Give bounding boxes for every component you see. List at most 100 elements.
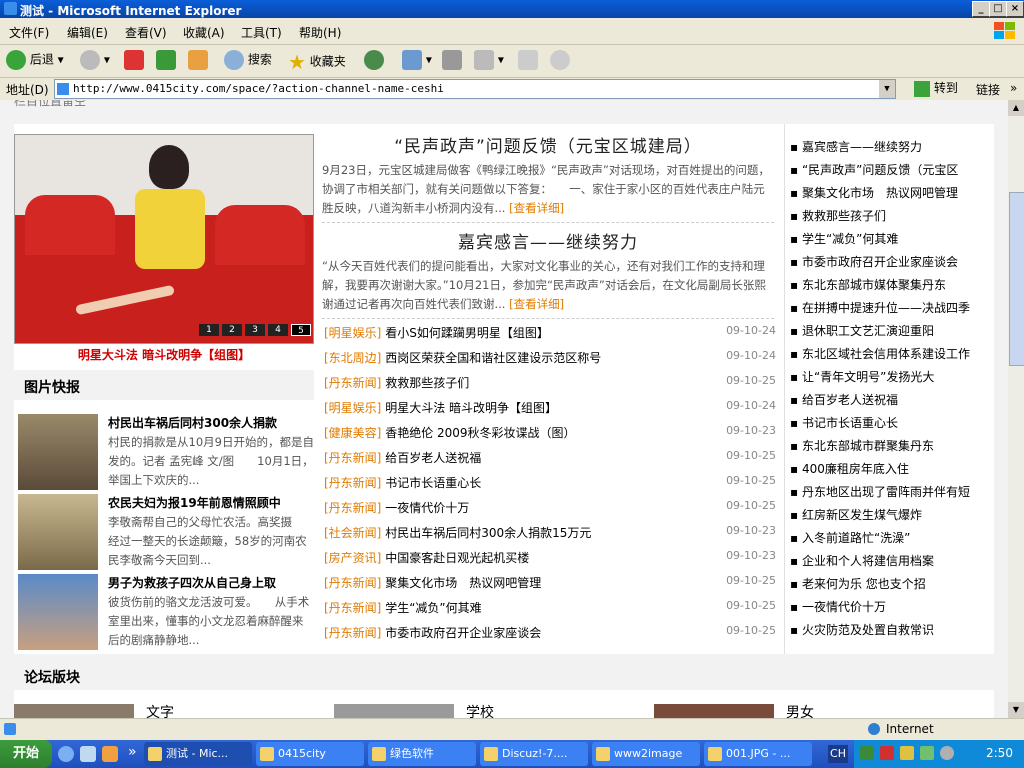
right-headline-item[interactable]: ▪ 东北区域社会信用体系建设工作 <box>790 345 980 362</box>
edit-button[interactable]: ▾ <box>474 50 504 72</box>
news-row[interactable]: [房产资讯] 中国豪客赴日观光起机买楼 09-10-23 <box>324 549 776 574</box>
right-headline-item[interactable]: ▪ 企业和个人将建信用档案 <box>790 552 980 569</box>
menu-favorites[interactable]: 收藏(A) <box>183 24 225 41</box>
menu-tools[interactable]: 工具(T) <box>241 24 282 41</box>
menu-edit[interactable]: 编辑(E) <box>67 24 108 41</box>
news-title[interactable]: 学生“减负”何其难 <box>385 601 481 615</box>
favorites-button[interactable]: ★ 收藏夹 <box>288 50 346 74</box>
news-title[interactable]: 救救那些孩子们 <box>385 376 469 390</box>
refresh-button[interactable] <box>156 50 176 72</box>
menu-help[interactable]: 帮助(H) <box>299 24 341 41</box>
task-0415city[interactable]: 0415city <box>256 742 364 766</box>
featured-image[interactable]: 1 2 3 4 5 <box>14 134 314 344</box>
right-headline-item[interactable]: ▪ 红房新区发生煤气爆炸 <box>790 506 980 523</box>
back-button[interactable]: 后退 ▾ <box>6 50 64 72</box>
close-button[interactable]: × <box>1006 1 1024 17</box>
news-row[interactable]: [社会新闻] 村民出车祸后同村300余人捐款15万元 09-10-23 <box>324 524 776 549</box>
news-title[interactable]: 市委市政府召开企业家座谈会 <box>385 626 541 640</box>
story-more-link[interactable]: [查看详细] <box>509 201 564 215</box>
discuss-button[interactable] <box>518 50 538 72</box>
forum-item-gender[interactable]: 男女 <box>786 702 814 718</box>
featured-caption[interactable]: 明星大斗法 暗斗改明争【组图】 <box>14 346 314 363</box>
links-expand-icon[interactable]: » <box>1010 81 1017 95</box>
vertical-scrollbar[interactable]: ▲ ▼ <box>1008 100 1024 718</box>
tray-speaker-icon[interactable] <box>920 746 934 760</box>
photo-thumbnail[interactable] <box>18 574 98 650</box>
right-headline-item[interactable]: ▪ 东北东部城市媒体聚集丹东 <box>790 276 980 293</box>
right-headline-item[interactable]: ▪ 东北东部城市群聚集丹东 <box>790 437 980 454</box>
news-category[interactable]: [丹东新闻] <box>324 501 381 515</box>
news-title[interactable]: 一夜情代价十万 <box>385 501 469 515</box>
slide-3[interactable]: 3 <box>245 324 265 336</box>
news-title[interactable]: 中国豪客赴日观光起机买楼 <box>385 551 529 565</box>
minimize-button[interactable]: _ <box>972 1 990 17</box>
news-row[interactable]: [明星娱乐] 看小S如何蹂躏男明星【组图】 09-10-24 <box>324 324 776 349</box>
task-www2image[interactable]: www2image <box>592 742 700 766</box>
right-headline-item[interactable]: ▪ 市委市政府召开企业家座谈会 <box>790 253 980 270</box>
task-ie-window[interactable]: 测试 - Mic... <box>144 742 252 766</box>
news-row[interactable]: [明星娱乐] 明星大斗法 暗斗改明争【组图】 09-10-24 <box>324 399 776 424</box>
news-row[interactable]: [健康美容] 香艳绝伦 2009秋冬彩妆谍战（图） 09-10-23 <box>324 424 776 449</box>
news-category[interactable]: [房产资讯] <box>324 551 381 565</box>
go-button[interactable]: 转到 <box>914 79 958 99</box>
forum-item-text[interactable]: 文字 <box>146 702 174 718</box>
address-input[interactable]: http://www.0415city.com/space/?action-ch… <box>54 79 896 99</box>
news-row[interactable]: [丹东新闻] 学生“减负”何其难 09-10-25 <box>324 599 776 624</box>
right-headline-item[interactable]: ▪ 学生“减负”何其难 <box>790 230 980 247</box>
news-title[interactable]: 给百岁老人送祝福 <box>385 451 481 465</box>
story-more-link[interactable]: [查看详细] <box>509 297 564 311</box>
slide-2[interactable]: 2 <box>222 324 242 336</box>
photo-news-item[interactable]: 男子为救孩子四次从自己身上取 彼货伤前的骆文龙活波可爱。 从手术室里出来，懂事的… <box>18 574 318 654</box>
photo-news-headline[interactable]: 男子为救孩子四次从自己身上取 <box>108 574 276 591</box>
links-button[interactable]: 链接 <box>976 81 1000 98</box>
news-category[interactable]: [健康美容] <box>324 426 381 440</box>
right-headline-item[interactable]: ▪ 入冬前道路忙“洗澡” <box>790 529 980 546</box>
menu-file[interactable]: 文件(F) <box>9 24 49 41</box>
news-category[interactable]: [丹东新闻] <box>324 601 381 615</box>
input-language[interactable]: CH <box>828 745 848 763</box>
forum-thumbnail[interactable] <box>654 704 774 718</box>
news-row[interactable]: [东北周边] 西岗区荣获全国和谐社区建设示范区称号 09-10-24 <box>324 349 776 374</box>
right-headline-item[interactable]: ▪ 丹东地区出现了雷阵雨并伴有短 <box>790 483 980 500</box>
news-category[interactable]: [丹东新闻] <box>324 451 381 465</box>
story-title[interactable]: “民声政声”问题反馈（元宝区城建局） <box>322 132 774 157</box>
slide-4[interactable]: 4 <box>268 324 288 336</box>
quick-launch-media-icon[interactable] <box>102 746 118 762</box>
news-category[interactable]: [社会新闻] <box>324 526 381 540</box>
right-headline-item[interactable]: ▪ 给百岁老人送祝福 <box>790 391 980 408</box>
news-title[interactable]: 村民出车祸后同村300余人捐款15万元 <box>385 526 591 540</box>
tray-icon[interactable] <box>860 746 874 760</box>
forward-button[interactable]: ▾ <box>80 50 110 72</box>
start-button[interactable]: 开始 <box>0 740 52 768</box>
history-button[interactable] <box>364 50 384 72</box>
news-category[interactable]: [明星娱乐] <box>324 326 381 340</box>
photo-news-headline[interactable]: 村民出车祸后同村300余人捐款 <box>108 414 277 431</box>
right-headline-item[interactable]: ▪ 在拼搏中提速升位——决战四季 <box>790 299 980 316</box>
stop-button[interactable] <box>124 50 144 72</box>
scroll-down-icon[interactable]: ▼ <box>1008 702 1024 718</box>
menu-view[interactable]: 查看(V) <box>125 24 167 41</box>
right-headline-item[interactable]: ▪ 一夜情代价十万 <box>790 598 980 615</box>
quick-launch-expand-icon[interactable]: » <box>128 744 137 760</box>
right-headline-item[interactable]: ▪ 退休职工文艺汇演迎重阳 <box>790 322 980 339</box>
news-title[interactable]: 聚集文化市场 热议网吧管理 <box>385 576 541 590</box>
right-headline-item[interactable]: ▪ 书记市长语重心长 <box>790 414 980 431</box>
news-category[interactable]: [明星娱乐] <box>324 401 381 415</box>
news-row[interactable]: [丹东新闻] 一夜情代价十万 09-10-25 <box>324 499 776 524</box>
news-category[interactable]: [丹东新闻] <box>324 476 381 490</box>
right-headline-item[interactable]: ▪ 聚集文化市场 热议网吧管理 <box>790 184 980 201</box>
right-headline-item[interactable]: ▪ 火灾防范及处置自救常识 <box>790 621 980 638</box>
messenger-button[interactable] <box>550 50 570 72</box>
scroll-up-icon[interactable]: ▲ <box>1008 100 1024 116</box>
right-headline-item[interactable]: ▪ 400廉租房年底入住 <box>790 460 980 477</box>
tray-network-icon[interactable] <box>900 746 914 760</box>
right-headline-item[interactable]: ▪ “民声政声”问题反馈（元宝区 <box>790 161 980 178</box>
news-row[interactable]: [丹东新闻] 聚集文化市场 热议网吧管理 09-10-25 <box>324 574 776 599</box>
news-row[interactable]: [丹东新闻] 市委市政府召开企业家座谈会 09-10-25 <box>324 624 776 649</box>
photo-news-headline[interactable]: 农民夫妇为报19年前恩情照顾中 <box>108 494 281 511</box>
story-title[interactable]: 嘉宾感言——继续努力 <box>322 228 774 253</box>
right-headline-item[interactable]: ▪ 嘉宾感言——继续努力 <box>790 138 980 155</box>
address-dropdown-icon[interactable]: ▼ <box>879 80 895 98</box>
photo-news-item[interactable]: 村民出车祸后同村300余人捐款 村民的捐款是从10月9日开始的，都是自发的。记者… <box>18 414 318 494</box>
task-image-viewer[interactable]: 001.JPG - ... <box>704 742 812 766</box>
